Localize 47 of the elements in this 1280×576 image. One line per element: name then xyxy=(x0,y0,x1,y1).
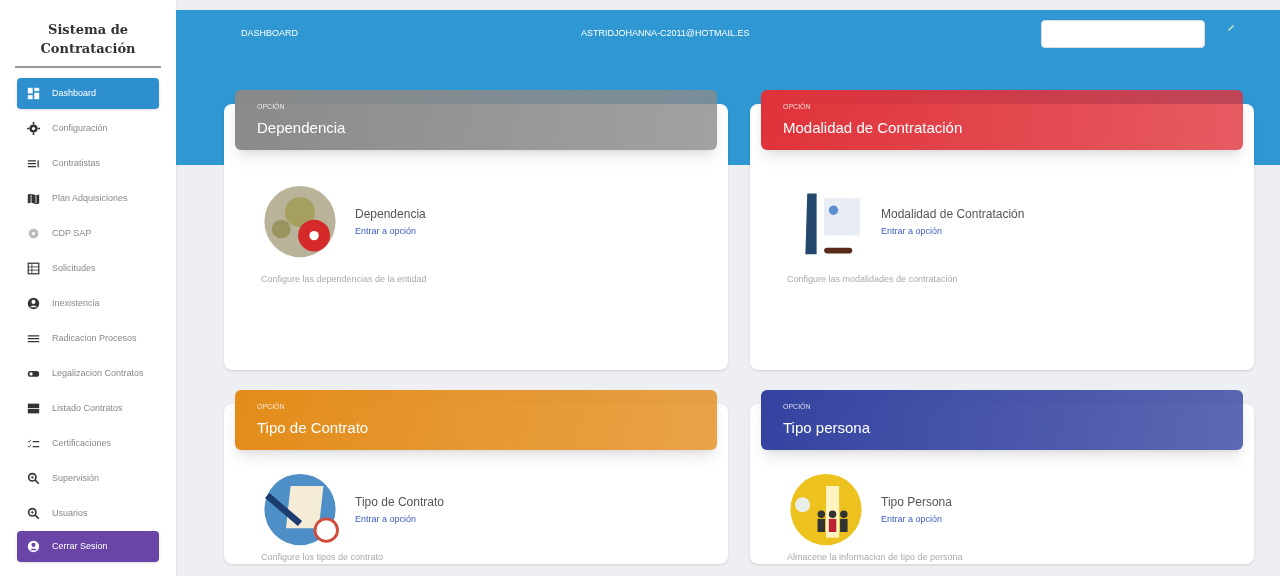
map-icon xyxy=(27,192,40,205)
card-title: Modalidad de Contratación xyxy=(783,119,964,137)
sidebar-item[interactable]: CDP SAP xyxy=(17,218,159,249)
sidebar-item[interactable]: Plan Adquisiciones xyxy=(17,183,159,214)
pencil-icon[interactable] xyxy=(1227,23,1235,31)
sidebar-item[interactable]: Usuarios xyxy=(17,498,159,529)
list-icon xyxy=(27,157,40,170)
zoom-icon xyxy=(27,507,40,520)
dashboard-icon xyxy=(27,87,40,100)
option-name: Tipo Persona xyxy=(881,493,952,511)
enter-option-link[interactable]: Entrar a opción xyxy=(881,512,952,527)
checklist-icon xyxy=(27,437,40,450)
sidebar-item[interactable]: Solicitudes xyxy=(17,253,159,284)
option-name: Modalidad de Contratación xyxy=(881,205,1025,223)
sidebar-item[interactable]: Certificaciones xyxy=(17,428,159,459)
user-email: ASTRIDJOHANNA-C2011@HOTMAIL.ES xyxy=(581,27,751,41)
enter-option-link[interactable]: Entrar a opción xyxy=(881,224,1025,239)
page-title: DASHBOARD xyxy=(241,27,299,41)
card-title: Tipo de Contrato xyxy=(257,419,370,437)
sidebar-item[interactable]: Radicacion Procesos xyxy=(17,323,159,354)
sidebar-item[interactable]: Legalizacion Contratos xyxy=(17,358,159,389)
search-field[interactable] xyxy=(1041,20,1205,48)
sidebar-item[interactable]: Configuración xyxy=(17,113,159,144)
option-name: Tipo de Contrato xyxy=(355,493,444,511)
card-description: Almacene la informacion de tipo de persona xyxy=(787,551,964,564)
app-title: Sistema de Contratación xyxy=(39,21,137,58)
enter-option-link[interactable]: Entrar a opción xyxy=(355,224,426,239)
sidebar-item[interactable]: Contratistas xyxy=(17,148,159,179)
sidebar-item[interactable]: Inexistencia xyxy=(17,288,159,319)
enter-option-link[interactable]: Entrar a opción xyxy=(355,512,444,527)
user-circle-icon xyxy=(27,297,40,310)
card-description: Configure los tipos de contrato xyxy=(261,551,385,564)
sidebar-item[interactable]: Dashboard xyxy=(17,78,159,109)
table-icon xyxy=(27,262,40,275)
card-title: Dependencia xyxy=(257,119,347,137)
zoom-icon xyxy=(27,472,40,485)
sidebar-item[interactable]: Supervisión xyxy=(17,463,159,494)
option-name: Dependencia xyxy=(355,205,426,223)
cog-icon xyxy=(27,227,40,240)
rows-icon xyxy=(27,402,40,415)
sidebar-item[interactable]: Listado Contratos xyxy=(17,393,159,424)
logout-button[interactable]: Cerrar Sesion xyxy=(17,531,159,562)
card-title: Tipo persona xyxy=(783,419,871,437)
user-circle-icon xyxy=(27,540,40,553)
card-description: Configure las modalidades de contratación xyxy=(787,273,959,286)
card-description: Configure las dependencias de la entidad xyxy=(261,273,428,286)
menu-icon xyxy=(27,332,40,345)
